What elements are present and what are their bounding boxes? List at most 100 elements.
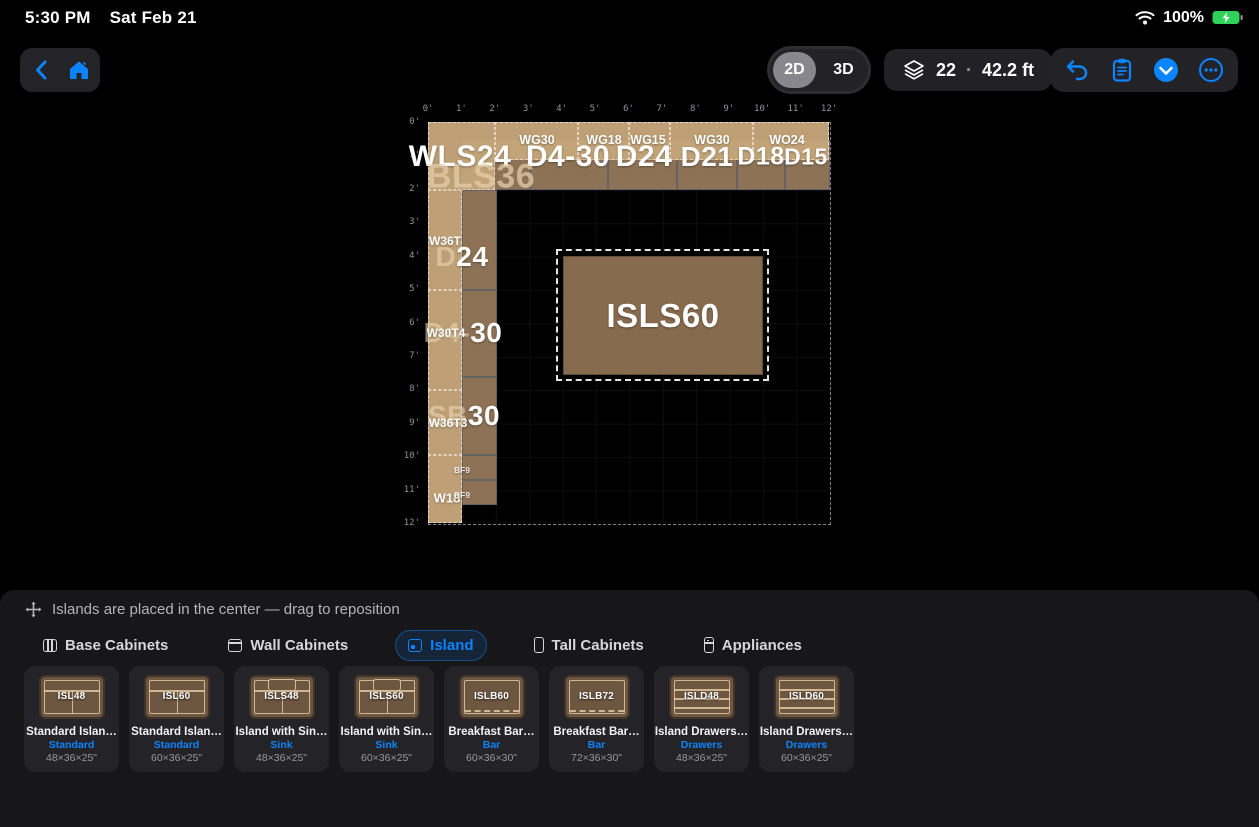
island-card[interactable]: ISLD60 Island Drawers… Drawers 60×36×25": [759, 666, 854, 772]
cabinet-label-W36T: W36T: [429, 234, 461, 248]
cabinet-label-BF9: BF9: [454, 465, 470, 475]
cabinet-label: 30: [468, 400, 500, 431]
ruler-tick: 11': [394, 485, 420, 495]
island-label: ISLS60: [606, 297, 719, 335]
home-button[interactable]: [62, 53, 96, 87]
category-tab[interactable]: Island: [395, 630, 486, 661]
status-date: Sat Feb 21: [110, 8, 197, 27]
ruler-tick: 2': [489, 104, 500, 114]
category-tab[interactable]: Wall Cabinets: [215, 630, 361, 661]
item-code: ISLS48: [264, 691, 299, 702]
tab-label: Appliances: [722, 637, 802, 654]
island-thumbnail: ISL48: [39, 675, 105, 719]
island-icon: [408, 639, 422, 652]
actions-button-group: [1050, 48, 1238, 92]
cabinet-label: D24: [616, 140, 673, 174]
ruler-tick: 8': [394, 384, 420, 394]
item-type-badge: Bar: [444, 739, 539, 751]
item-dimensions: 60×36×25": [129, 752, 224, 764]
bottom-panel: Islands are placed in the center — drag …: [0, 590, 1259, 827]
ruler-tick: 2': [394, 184, 420, 194]
ruler-tick: 7': [394, 351, 420, 361]
clipboard-button[interactable]: [1105, 53, 1139, 87]
ruler-tick: 11': [787, 104, 803, 114]
battery-charging-icon: [1211, 9, 1243, 27]
view-2d-button[interactable]: 2D: [773, 52, 816, 88]
island-card[interactable]: ISLS60 Island with Sin… Sink 60×36×25": [339, 666, 434, 772]
ruler-tick: 1': [456, 104, 467, 114]
item-type-badge: Standard: [24, 739, 119, 751]
nav-button-group: [20, 48, 100, 92]
item-dimensions: 60×36×25": [759, 752, 854, 764]
thumb-drawer-line: [674, 707, 730, 709]
cabinet-label: 24: [456, 241, 488, 272]
undo-button[interactable]: [1060, 53, 1094, 87]
floor-plan-canvas[interactable]: 0'1'2'3'4'5'6'7'8'9'10'11'12' 0'1'2'3'4'…: [0, 100, 1259, 590]
wifi-icon: [1134, 7, 1156, 29]
ruler-tick: 3': [394, 217, 420, 227]
appliances-icon: [704, 637, 714, 653]
island-card[interactable]: ISL48 Standard Islan… Standard 48×36×25": [24, 666, 119, 772]
thumb-bar-overhang: [570, 710, 624, 712]
summary-pill[interactable]: 22 · 42.2 ft: [884, 49, 1052, 91]
item-code: ISLB72: [579, 691, 614, 702]
item-dimensions: 60×36×25": [339, 752, 434, 764]
item-title: Island with Sin…: [339, 726, 434, 738]
status-time: 5:30 PM: [25, 8, 91, 27]
item-code: ISL60: [163, 691, 191, 702]
category-tab[interactable]: Tall Cabinets: [521, 630, 657, 661]
island-card[interactable]: ISL60 Standard Islan… Standard 60×36×25": [129, 666, 224, 772]
item-title: Island Drawers…: [654, 726, 749, 738]
ruler-tick: 9': [723, 104, 734, 114]
category-tab[interactable]: Appliances: [691, 630, 815, 661]
item-code: ISLD48: [684, 691, 719, 702]
ruler-tick: 6': [394, 318, 420, 328]
ruler-tick: 6': [623, 104, 634, 114]
island-card[interactable]: ISLD48 Island Drawers… Drawers 48×36×25": [654, 666, 749, 772]
ruler-tick: 0': [394, 117, 420, 127]
thumb-sink: [373, 679, 401, 691]
island-thumbnail: ISLS48: [249, 675, 315, 719]
ruler-tick: 12': [394, 518, 420, 528]
cabinet-label-W30T4: W30T4: [427, 326, 466, 340]
item-dimensions: 48×36×25": [24, 752, 119, 764]
status-bar: 5:30 PM Sat Feb 21 100%: [0, 0, 1259, 36]
back-button[interactable]: [24, 53, 58, 87]
ruler-tick: 10': [394, 451, 420, 461]
layers-icon: [902, 53, 926, 87]
view-3d-button[interactable]: 3D: [822, 52, 865, 88]
ruler-tick: 10': [754, 104, 770, 114]
item-dimensions: 48×36×25": [654, 752, 749, 764]
item-title: Breakfast Bar…: [444, 726, 539, 738]
ruler-tick: 7': [657, 104, 668, 114]
item-dimensions: 60×36×30": [444, 752, 539, 764]
ruler-tick: 9': [394, 418, 420, 428]
confirm-button[interactable]: [1149, 53, 1183, 87]
island-card[interactable]: ISLB72 Breakfast Bar… Bar 72×36×30": [549, 666, 644, 772]
item-code: ISLS60: [369, 691, 404, 702]
total-length: 42.2 ft: [982, 60, 1034, 81]
cabinet-label-W36T3: W36T3: [429, 416, 468, 430]
cabinet-label: D4-30: [526, 140, 610, 174]
ruler-tick: 8': [690, 104, 701, 114]
category-tab[interactable]: Base Cabinets: [30, 630, 181, 661]
cabinet-label: D18: [737, 143, 784, 172]
cabinet-label: 30: [470, 317, 502, 348]
item-title: Standard Islan…: [24, 726, 119, 738]
base-cabinets-icon: [43, 639, 57, 652]
cabinet-label: D21: [681, 141, 734, 173]
island-card[interactable]: ISLB60 Breakfast Bar… Bar 60×36×30": [444, 666, 539, 772]
island-card[interactable]: ISLS48 Island with Sin… Sink 48×36×25": [234, 666, 329, 772]
item-dimensions: 72×36×30": [549, 752, 644, 764]
cabinet-label-BF9: BF9: [454, 490, 470, 500]
ruler-tick: 4': [394, 251, 420, 261]
island-thumbnail: ISLD60: [774, 675, 840, 719]
placement-hint: Islands are placed in the center — drag …: [24, 600, 400, 618]
more-options-button[interactable]: [1194, 53, 1228, 87]
thumb-drawer-line: [779, 707, 835, 709]
base-cabinet-D24-left[interactable]: [462, 190, 497, 290]
island-thumbnail: ISLB60: [459, 675, 525, 719]
ruler-tick: 4': [556, 104, 567, 114]
item-type-badge: Drawers: [654, 739, 749, 751]
ruler-tick: 3': [523, 104, 534, 114]
